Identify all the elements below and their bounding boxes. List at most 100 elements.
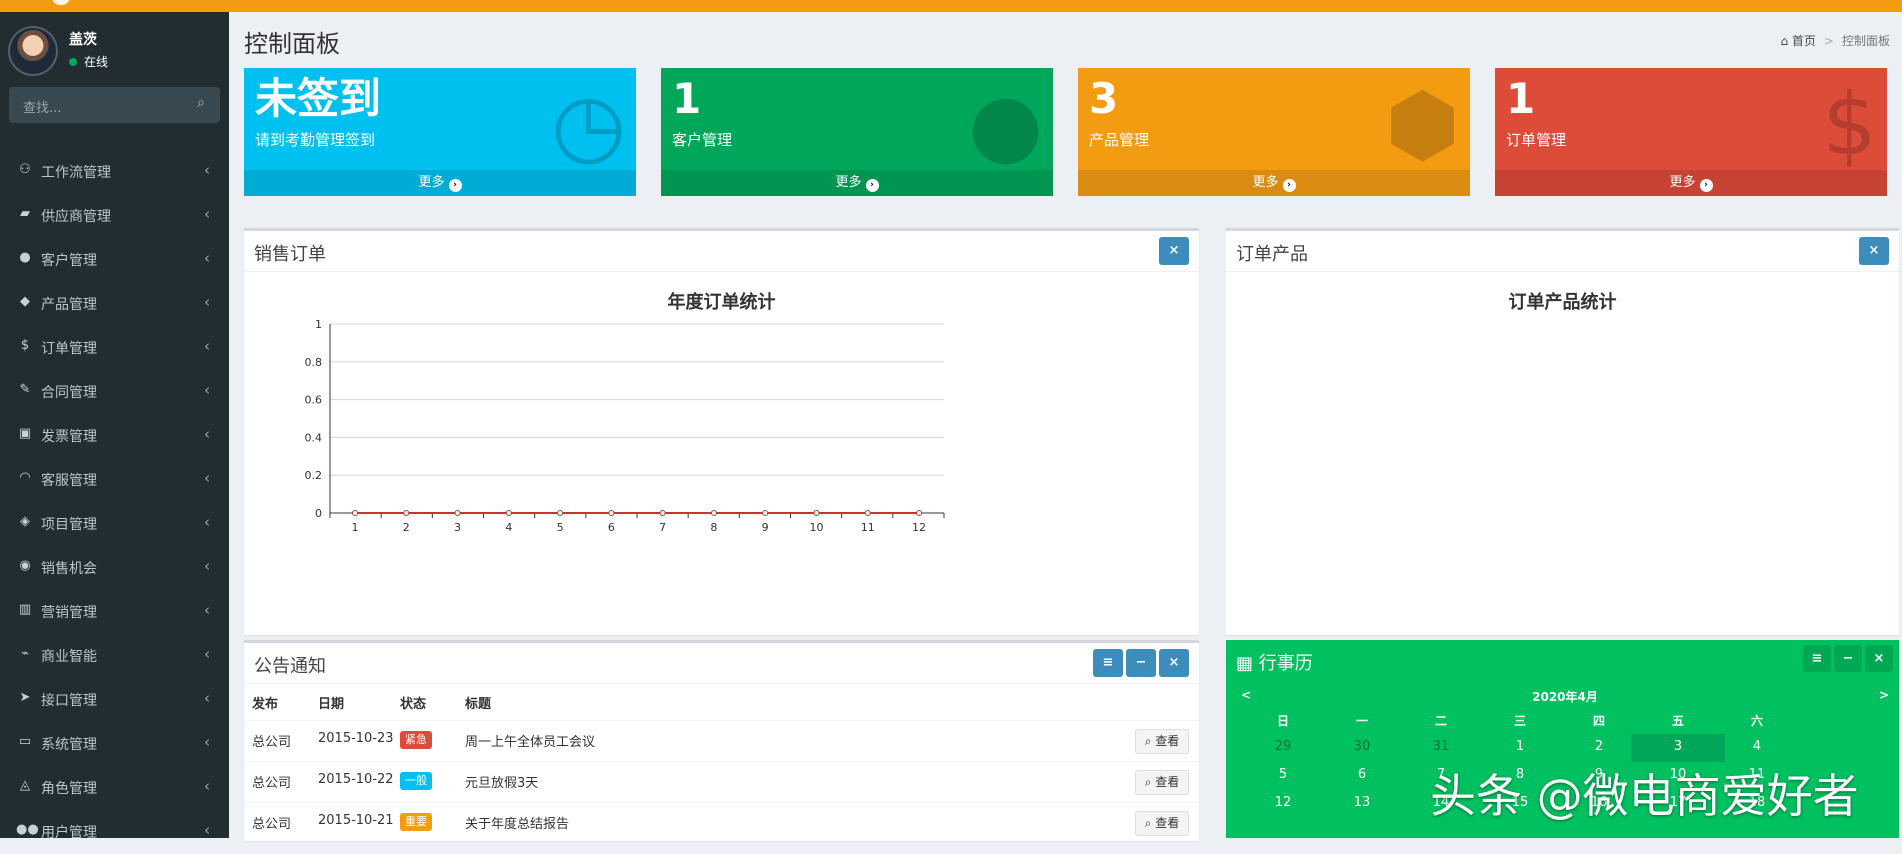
notice-close-button[interactable]: × — [1159, 649, 1189, 677]
stat-value: 1 — [1506, 74, 1536, 123]
users-icon: ●● — [16, 822, 39, 837]
table-row: 总公司 2015-10-23 紧急 周一上午全体员工会议 ⌕ 查看 — [244, 720, 1199, 761]
search-input[interactable]: 查找... — [23, 97, 61, 116]
sitemap-icon: ⚇ — [19, 162, 31, 177]
calendar-minimize-button[interactable]: − — [1834, 645, 1862, 672]
more-label: 更多 — [835, 175, 862, 190]
table-header-cell: 日期 — [318, 697, 345, 712]
sidebar-item-workflow[interactable]: ⚇ 工作流管理 ‹ — [0, 150, 229, 194]
notice-title-cell[interactable]: 周一上午全体员工会议 — [465, 731, 595, 750]
sidebar-item-label: 系统管理 — [41, 737, 97, 753]
stat-box-1[interactable]: 1 客户管理 ● 更多 › — [661, 68, 1053, 196]
sidebar-item-opportunities[interactable]: ◉ 销售机会 ‹ — [0, 546, 229, 590]
notice-title-cell[interactable]: 关于年度总结报告 — [465, 813, 569, 832]
breadcrumb-home[interactable]: 首页 — [1792, 34, 1816, 48]
sidebar-item-contracts[interactable]: ✎ 合同管理 ‹ — [0, 370, 229, 414]
online-status-label: 在线 — [84, 55, 109, 69]
chart-x-tick-label: 6 — [608, 521, 615, 534]
chart-x-tick-label: 9 — [762, 521, 769, 534]
chart-x-tick-label: 4 — [505, 521, 512, 534]
order-product-close-button[interactable]: × — [1859, 237, 1889, 265]
chart-data-point — [864, 510, 871, 516]
view-button[interactable]: ⌕ 查看 — [1135, 811, 1189, 836]
chart-y-tick-label: 0 — [315, 507, 322, 520]
chart-x-tick-label: 5 — [557, 521, 564, 534]
pencil-icon: ✎ — [19, 382, 31, 397]
sidebar-item-marketing[interactable]: ▥ 营销管理 ‹ — [0, 590, 229, 634]
dollar-icon: $ — [20, 338, 30, 353]
chart-y-tick-label: 0.6 — [305, 394, 323, 407]
status-badge: 重要 — [400, 813, 432, 831]
line-chart-icon: ⌁ — [21, 646, 29, 661]
stat-more-link[interactable]: 更多 › — [1495, 170, 1887, 196]
sidebar-item-projects[interactable]: ◈ 项目管理 ‹ — [0, 502, 229, 546]
sales-order-box: 销售订单 × 年度订单统计 0 0.2 0.4 0.6 0.8 1 1 2 3 4 5 6 7 8 9 10 1… — [244, 228, 1199, 635]
stat-box-0[interactable]: 未签到 请到考勤管理签到 ◷ 更多 › — [244, 68, 636, 196]
view-button[interactable]: ⌕ 查看 — [1135, 770, 1189, 795]
chevron-left-icon: ‹ — [204, 381, 210, 399]
sidebar-item-label: 客户管理 — [41, 253, 97, 269]
calendar-weekdays: 日一二三四五六 — [1236, 708, 1894, 734]
sales-line-chart: 00.20.40.60.811 2 3 4 5 6 7 8 9 10 11 12 — [305, 318, 945, 534]
table-header-cell: 状态 — [400, 697, 427, 712]
notice-title: 公告通知 — [254, 656, 326, 677]
view-label: 查看 — [1155, 816, 1180, 830]
chart-y-tick-label: 0.2 — [305, 469, 323, 482]
calendar-weekday: 六 — [1750, 714, 1763, 728]
notice-status: 一般 — [400, 772, 432, 790]
notice-date: 2015-10-23 — [318, 731, 394, 746]
breadcrumb: ⌂ 首页 > 控制面板 — [1780, 32, 1890, 49]
notice-date: 2015-10-22 — [318, 772, 394, 787]
chevron-left-icon: ‹ — [204, 821, 210, 839]
sidebar-item-system[interactable]: ▭ 系统管理 ‹ — [0, 722, 229, 766]
calendar-menu-button[interactable]: ≡ — [1803, 645, 1831, 672]
user-panel: 盖茨 在线 — [8, 26, 223, 76]
status-badge: 紧急 — [400, 731, 432, 749]
sidebar-item-service[interactable]: ◠ 客服管理 ‹ — [0, 458, 229, 502]
sidebar-item-users[interactable]: ●● 用户管理 ‹ — [0, 810, 229, 854]
calendar-close-button[interactable]: × — [1865, 645, 1893, 672]
chart-x-tick-label: 3 — [454, 521, 461, 534]
sidebar: 盖茨 在线 查找... ⌕ ⚇ 工作流管理 ‹ ▰ 供应商管理 ‹ ● 客户管理 ‹ ◆ 产品管理 ‹… — [0, 12, 229, 841]
sidebar-item-label: 发票管理 — [41, 429, 97, 445]
chevron-left-icon: ‹ — [204, 733, 210, 751]
chart-y-tick-label: 0.8 — [305, 356, 323, 369]
sidebar-item-suppliers[interactable]: ▰ 供应商管理 ‹ — [0, 194, 229, 238]
notice-minimize-button[interactable]: − — [1126, 649, 1156, 677]
calendar-day[interactable]: 4 — [1710, 734, 1804, 762]
sidebar-item-api[interactable]: ➤ 接口管理 ‹ — [0, 678, 229, 722]
stat-box-3[interactable]: 1 订单管理 $ 更多 › — [1495, 68, 1887, 196]
sidebar-item-label: 营销管理 — [41, 605, 97, 621]
stat-label: 客户管理 — [672, 131, 733, 149]
sidebar-item-orders[interactable]: $ 订单管理 ‹ — [0, 326, 229, 370]
stat-more-link[interactable]: 更多 › — [661, 170, 1053, 196]
stat-more-link[interactable]: 更多 › — [244, 170, 636, 196]
sidebar-item-roles[interactable]: ◬ 角色管理 ‹ — [0, 766, 229, 810]
sidebar-item-invoices[interactable]: ▣ 发票管理 ‹ — [0, 414, 229, 458]
view-button[interactable]: ⌕ 查看 — [1135, 729, 1189, 754]
sidebar-item-products[interactable]: ◆ 产品管理 ‹ — [0, 282, 229, 326]
notice-list-button[interactable]: ≡ — [1093, 649, 1123, 677]
stat-label: 请到考勤管理签到 — [255, 131, 376, 149]
notice-publisher: 总公司 — [252, 817, 292, 832]
stat-box-2[interactable]: 3 产品管理 ⬢ 更多 › — [1078, 68, 1470, 196]
avatar[interactable] — [8, 26, 58, 76]
search-icon[interactable]: ⌕ — [192, 95, 210, 113]
sidebar-item-label: 供应商管理 — [41, 209, 111, 225]
stat-more-link[interactable]: 更多 › — [1078, 170, 1470, 196]
notice-date: 2015-10-21 — [318, 813, 394, 828]
sidebar-item-customers[interactable]: ● 客户管理 ‹ — [0, 238, 229, 282]
chart-data-point — [505, 510, 512, 516]
order-product-box: 订单产品 × 订单产品统计 — [1226, 228, 1899, 635]
chart-y-tick-label: 1 — [315, 318, 322, 331]
home-icon[interactable]: ⌂ — [1780, 34, 1788, 48]
stat-label: 订单管理 — [1506, 131, 1567, 149]
sidebar-search[interactable]: 查找... ⌕ — [9, 87, 220, 123]
notice-title-cell[interactable]: 元旦放假3天 — [465, 772, 538, 791]
calendar-next-button[interactable]: > — [1874, 688, 1894, 702]
order-product-title: 订单产品 — [1236, 244, 1308, 265]
sidebar-item-bi[interactable]: ⌁ 商业智能 ‹ — [0, 634, 229, 678]
notice-publisher: 总公司 — [252, 735, 292, 750]
more-label: 更多 — [1252, 175, 1279, 190]
notice-header: 公告通知 ≡ − × — [244, 643, 1199, 684]
